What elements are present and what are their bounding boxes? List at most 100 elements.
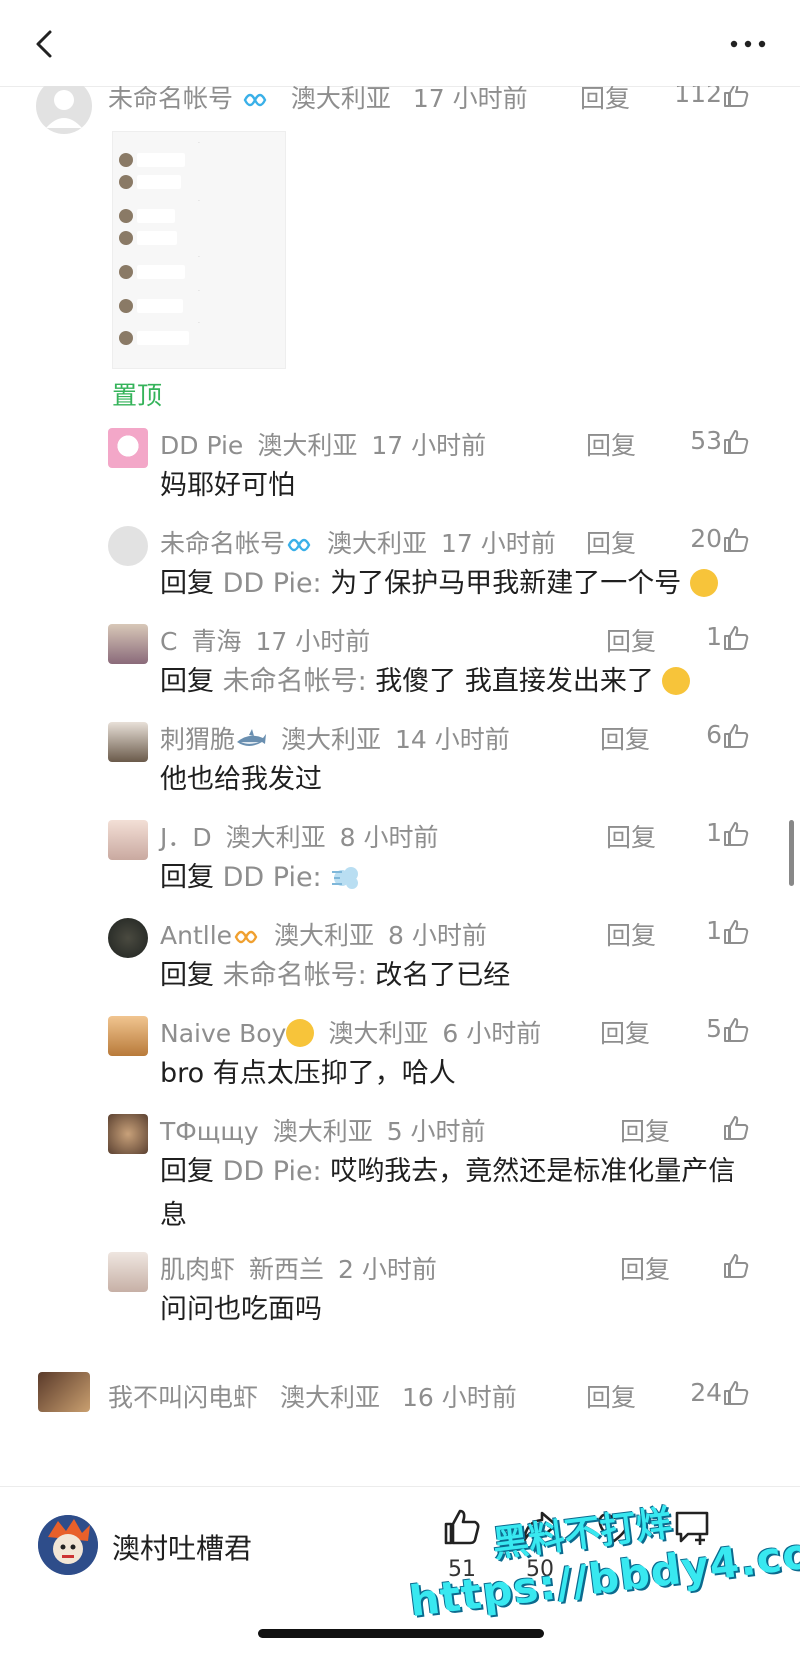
reply-button[interactable]: 回复 <box>606 622 656 658</box>
username[interactable]: 我不叫闪电虾 <box>108 1383 258 1412</box>
reply-text: 回复 DD Pie: 哎哟我去，竟然还是标准化量产信息 <box>160 1150 740 1238</box>
verified-badge-icon <box>285 529 313 558</box>
time: 16 小时前 <box>401 1383 517 1412</box>
username[interactable]: Naive Boy <box>160 1019 286 1048</box>
comment-meta: DD Pie 澳大利亚 17 小时前 <box>160 426 486 462</box>
reply-button[interactable]: 回复 <box>620 1250 670 1286</box>
username[interactable]: 未命名帐号 <box>108 86 233 113</box>
reply-button[interactable]: 回复 <box>600 720 650 756</box>
thumbs-up-icon[interactable] <box>722 1016 750 1048</box>
next-comment: 我不叫闪电虾 澳大利亚 16 小时前 回复 24 <box>0 1372 800 1432</box>
thumbs-up-icon[interactable] <box>722 1379 750 1411</box>
comment-meta: Antlle 澳大利亚 8 小时前 <box>160 916 487 952</box>
reply-button[interactable]: 回复 <box>586 524 636 560</box>
reply-content: 妈耶好可怕 <box>160 470 295 501</box>
location: 澳大利亚 <box>272 1117 373 1146</box>
reply-button[interactable]: 回复 <box>606 916 656 952</box>
username[interactable]: 未命名帐号 <box>160 529 285 558</box>
reply-target[interactable]: DD Pie: <box>223 862 322 893</box>
username[interactable]: DD Pie <box>160 431 243 460</box>
user-avatar[interactable] <box>108 1114 148 1154</box>
username[interactable]: 肌肉虾 <box>160 1255 235 1284</box>
reply-target[interactable]: 未命名帐号: <box>223 960 367 991</box>
thumbs-up-icon[interactable] <box>722 86 750 113</box>
location: 青海 <box>191 627 242 656</box>
thumbs-up-icon[interactable] <box>722 428 750 460</box>
thumbs-up-icon[interactable] <box>722 918 750 950</box>
comment-meta: 未命名帐号 澳大利亚 17 小时前 <box>160 524 556 560</box>
reply-button[interactable]: 回复 <box>580 86 630 115</box>
like-count: 24 <box>690 1378 722 1407</box>
user-avatar[interactable] <box>108 820 148 860</box>
reply-target[interactable]: DD Pie: <box>223 568 322 599</box>
back-chevron-icon[interactable] <box>26 24 66 64</box>
top-comment: 未命名帐号 澳大利亚 17 小时前 回复 112 · · · · · 置顶 <box>0 86 800 416</box>
pinned-label: 置顶 <box>112 381 163 410</box>
reply-prefix: 回复 <box>160 568 223 599</box>
reply-content: 为了保护马甲我新建了一个号 <box>321 568 682 599</box>
reply-prefix: 回复 <box>160 960 223 991</box>
reply-item: TФщщу 澳大利亚 5 小时前 回复 回复 DD Pie: 哎哟我去，竟然还是标准化量… <box>0 1112 800 1231</box>
user-avatar[interactable] <box>38 1372 90 1412</box>
user-avatar[interactable] <box>108 624 148 664</box>
like-count: 1 <box>706 916 722 945</box>
reply-button[interactable]: 回复 <box>586 1378 636 1414</box>
gold-badge-icon <box>232 921 260 950</box>
username[interactable]: Antlle <box>160 921 232 950</box>
user-avatar[interactable] <box>108 526 148 566</box>
reply-button[interactable]: 回复 <box>620 1112 670 1148</box>
like-icon[interactable] <box>442 1507 482 1547</box>
location: 澳大利亚 <box>327 529 428 558</box>
comment-image[interactable]: · · · · · <box>112 131 286 369</box>
reply-target[interactable]: DD Pie: <box>223 1156 322 1187</box>
time: 17 小时前 <box>255 627 371 656</box>
scrollbar[interactable] <box>789 820 794 886</box>
thumbs-up-icon[interactable] <box>722 1114 750 1146</box>
reply-content: bro 有点太压抑了，哈人 <box>160 1058 456 1089</box>
reply-text: 妈耶好可怕 <box>160 464 295 508</box>
reply-prefix: 回复 <box>160 666 223 697</box>
home-indicator[interactable] <box>258 1629 544 1638</box>
thumbs-up-icon[interactable] <box>722 1252 750 1284</box>
laughing-crying-emoji-icon <box>689 569 718 597</box>
reply-text: 他也给我发过 <box>160 758 322 802</box>
account-avatar[interactable] <box>38 1515 98 1575</box>
user-avatar[interactable] <box>108 1016 148 1056</box>
user-avatar[interactable] <box>108 722 148 762</box>
comment-thread: 未命名帐号 澳大利亚 17 小时前 回复 112 · · · · · 置顶 DD… <box>0 86 800 1486</box>
reply-text: 回复 未命名帐号: 改名了已经 <box>160 954 510 998</box>
reply-button[interactable]: 回复 <box>600 1014 650 1050</box>
reply-button[interactable]: 回复 <box>586 426 636 462</box>
reply-text: bro 有点太压抑了，哈人 <box>160 1052 456 1096</box>
smirk-emoji-icon <box>286 1019 315 1047</box>
reply-content: 他也给我发过 <box>160 764 322 795</box>
username[interactable]: C <box>160 627 177 656</box>
reply-target[interactable]: 未命名帐号: <box>223 666 367 697</box>
time: 6 小时前 <box>442 1019 542 1048</box>
user-avatar[interactable] <box>108 918 148 958</box>
time: 8 小时前 <box>388 921 487 950</box>
comment-meta: 我不叫闪电虾 澳大利亚 16 小时前 <box>108 1378 517 1414</box>
more-options-icon[interactable] <box>726 32 770 56</box>
username[interactable]: J．D <box>160 823 212 852</box>
comment-meta: TФщщу 澳大利亚 5 小时前 <box>160 1112 486 1148</box>
location: 澳大利亚 <box>290 86 391 113</box>
reply-text: 回复 DD Pie: 为了保护马甲我新建了一个号 <box>160 562 718 606</box>
username[interactable]: 刺猬脆 <box>160 725 235 754</box>
thumbs-up-icon[interactable] <box>722 526 750 558</box>
username[interactable]: TФщщу <box>160 1117 259 1146</box>
reply-item: Antlle 澳大利亚 8 小时前 回复 1 回复 未命名帐号: 改名了已经 <box>0 916 800 1012</box>
account-name[interactable]: 澳村吐槽君 <box>112 1527 252 1567</box>
location: 澳大利亚 <box>257 431 358 460</box>
reply-button[interactable]: 回复 <box>606 818 656 854</box>
thumbs-up-icon[interactable] <box>722 820 750 852</box>
time: 17 小时前 <box>441 529 556 558</box>
thumbs-up-icon[interactable] <box>722 624 750 656</box>
like-count: 53 <box>690 426 722 455</box>
user-avatar[interactable] <box>108 1252 148 1292</box>
like-count: 112 <box>674 86 722 108</box>
default-avatar[interactable] <box>36 86 92 134</box>
user-avatar[interactable] <box>108 428 148 468</box>
location: 澳大利亚 <box>274 921 375 950</box>
thumbs-up-icon[interactable] <box>722 722 750 754</box>
